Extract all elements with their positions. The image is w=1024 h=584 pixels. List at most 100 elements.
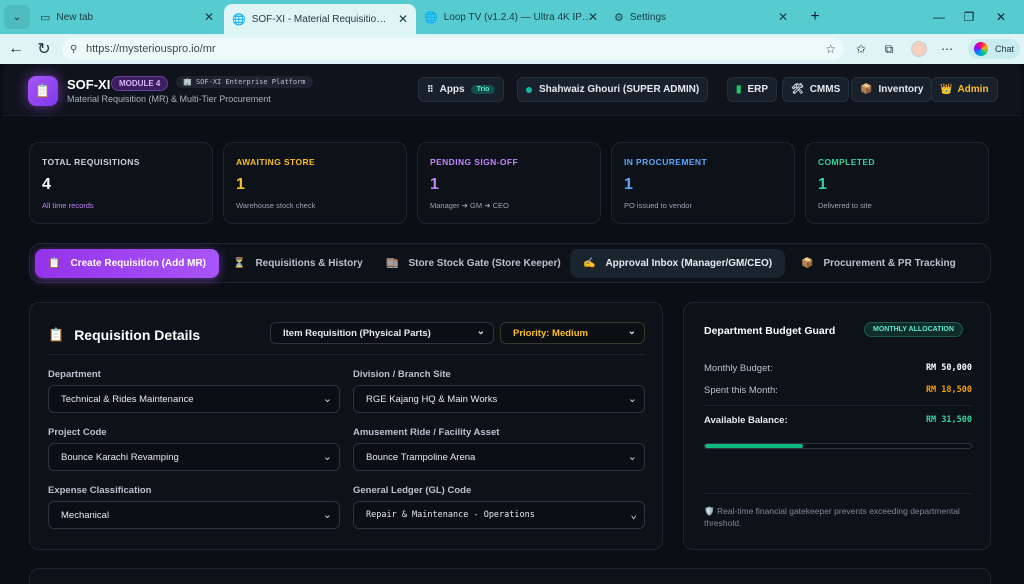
clipboard-icon: 📋	[48, 258, 61, 269]
expense-classification-select[interactable]: Mechanical ⌄	[48, 501, 340, 529]
department-label: Department	[48, 369, 101, 380]
select-value: Item Requisition (Physical Parts)	[283, 327, 431, 339]
expense-classification-label: Expense Classification	[48, 485, 152, 496]
new-tab-button[interactable]: +	[800, 0, 830, 34]
cmms-label: CMMS	[809, 84, 841, 95]
tab-label: Procurement & PR Tracking	[823, 258, 956, 269]
gl-code-select[interactable]: Repair & Maintenance - Operations ⌄	[353, 501, 645, 529]
package-icon: 📦	[860, 84, 873, 95]
stat-sub: Manager ➔ GM ➔ CEO	[430, 201, 509, 210]
browser-tab-new-tab[interactable]: ▭ New tab ✕	[32, 4, 222, 30]
app-root: 📋 SOF-XI MODULE 4 🏢 SOF-XI Enterprise Pl…	[3, 64, 1021, 584]
gl-code-label: General Ledger (GL) Code	[353, 485, 472, 496]
inventory-label: Inventory	[878, 84, 924, 95]
asset-select[interactable]: Bounce Trampoline Arena ⌄	[353, 443, 645, 471]
app-header: 📋 SOF-XI MODULE 4 🏢 SOF-XI Enterprise Pl…	[3, 64, 1021, 116]
copilot-icon	[974, 42, 988, 56]
erp-button[interactable]: ▮ ERP	[727, 77, 778, 102]
inventory-button[interactable]: 📦 Inventory	[851, 77, 933, 102]
tab-procurement-tracking[interactable]: 📦 Procurement & PR Tracking	[788, 249, 969, 278]
chevron-down-icon: ⌄	[12, 11, 22, 23]
user-label: Shahwaiz Ghouri (SUPER ADMIN)	[539, 84, 700, 95]
store-icon: 🏬	[386, 258, 399, 269]
close-icon[interactable]: ✕	[204, 10, 214, 24]
budget-row-value: RM 18,500	[925, 385, 972, 395]
erp-label: ERP	[747, 84, 769, 95]
chevron-down-icon: ⌄	[476, 326, 485, 337]
reload-button[interactable]: ↻	[34, 39, 54, 59]
stat-label: IN PROCUREMENT	[624, 157, 708, 167]
close-icon[interactable]: ✕	[588, 10, 598, 24]
hourglass-icon: ⏳	[233, 258, 246, 269]
budget-row-label: Available Balance:	[704, 415, 788, 426]
avatar[interactable]	[910, 40, 928, 58]
site-info-icon[interactable]: ⚲	[70, 44, 77, 55]
apps-button[interactable]: ⠿ Apps Trio	[418, 77, 505, 102]
clipboard-icon: 📋	[48, 327, 65, 342]
close-window-button[interactable]: ✕	[986, 0, 1016, 34]
chat-button[interactable]: Chat	[968, 39, 1020, 59]
tab-label: Approval Inbox (Manager/GM/CEO)	[605, 258, 773, 269]
next-section-card	[29, 568, 991, 584]
module-subtitle: Material Requisition (MR) & Multi-Tier P…	[67, 94, 271, 104]
back-button[interactable]: ←	[6, 39, 26, 59]
stat-value: 1	[818, 176, 827, 193]
cmms-button[interactable]: 🛠 CMMS	[782, 77, 850, 102]
close-icon[interactable]: ✕	[778, 10, 788, 24]
url-text: https://mysteriouspro.io/mr	[86, 43, 216, 55]
crown-icon: 👑	[940, 84, 953, 95]
more-options-icon[interactable]: ⋯	[938, 40, 956, 58]
chevron-down-icon: ⌄	[322, 509, 332, 521]
priority-select[interactable]: Priority: Medium ⌄	[500, 322, 645, 344]
apps-pill: Trio	[470, 85, 496, 94]
divider	[704, 405, 972, 406]
user-menu-button[interactable]: Shahwaiz Ghouri (SUPER ADMIN)	[517, 77, 709, 102]
star-icon[interactable]: ☆	[825, 42, 836, 56]
stat-sub: Delivered to site	[818, 201, 872, 210]
restore-icon: ❐	[963, 10, 975, 24]
browser-address-bar: ← ↻ ⚲ https://mysteriouspro.io/mr ☆ ✩ ⧉ …	[0, 34, 1024, 64]
stat-label: AWAITING STORE	[236, 157, 316, 167]
stat-label: COMPLETED	[818, 157, 875, 167]
requisition-type-select[interactable]: Item Requisition (Physical Parts) ⌄	[270, 322, 494, 344]
browser-tab-sof-xi[interactable]: 🌐 SOF-XI - Material Requisition & Mu ✕	[224, 4, 416, 34]
online-status-icon	[526, 86, 532, 93]
department-select[interactable]: Technical & Rides Maintenance ⌄	[48, 385, 340, 413]
chevron-down-icon: ⌄	[627, 393, 637, 405]
collections-icon[interactable]: ⧉	[880, 40, 898, 58]
select-value: Technical & Rides Maintenance	[61, 393, 194, 405]
stat-value: 1	[430, 176, 439, 193]
newtab-icon: ▭	[40, 11, 51, 24]
available-balance-row: Available Balance: RM 31,500	[704, 415, 972, 426]
select-value: Mechanical	[61, 509, 110, 521]
stat-sub: All time records	[42, 201, 94, 210]
stat-value: 1	[236, 176, 245, 193]
extensions-icon[interactable]: ✩	[852, 40, 870, 58]
browser-tab-settings[interactable]: ⚙ Settings ✕	[606, 4, 796, 30]
tab-approval-inbox[interactable]: ✍ Approval Inbox (Manager/GM/CEO)	[570, 249, 786, 278]
project-code-label: Project Code	[48, 427, 107, 438]
admin-button[interactable]: 👑 Admin	[931, 77, 998, 102]
tab-actions-menu-button[interactable]: ⌄	[4, 5, 30, 29]
browser-tab-loop-tv[interactable]: 🌐 Loop TV (v1.2.4) — Ultra 4K IPTV / ✕	[416, 4, 606, 30]
tab-create-requisition[interactable]: 📋 Create Requisition (Add MR)	[35, 249, 220, 278]
stat-card-in-procurement: IN PROCUREMENT 1 PO issued to vendor	[611, 142, 795, 224]
minimize-button[interactable]: —	[924, 0, 954, 34]
division-select[interactable]: RGE Kajang HQ & Main Works ⌄	[353, 385, 645, 413]
arrow-left-icon: ←	[8, 40, 24, 57]
spent-this-month-row: Spent this Month: RM 18,500	[704, 385, 972, 396]
stat-card-total: TOTAL REQUISITIONS 4 All time records	[29, 142, 213, 224]
asset-label: Amusement Ride / Facility Asset	[353, 427, 500, 438]
module-tabs: 📋 Create Requisition (Add MR) ⏳ Requisit…	[29, 243, 991, 283]
project-code-select[interactable]: Bounce Karachi Revamping ⌄	[48, 443, 340, 471]
stat-sub: PO issued to vendor	[624, 201, 692, 210]
chevron-down-icon: ⌄	[322, 393, 332, 405]
division-label: Division / Branch Site	[353, 369, 451, 380]
restore-button[interactable]: ❐	[954, 0, 984, 34]
url-field[interactable]: ⚲ https://mysteriouspro.io/mr ☆	[62, 38, 844, 60]
tab-store-stock-gate[interactable]: 🏬 Store Stock Gate (Store Keeper)	[373, 249, 574, 278]
stat-card-pending-signoff: PENDING SIGN-OFF 1 Manager ➔ GM ➔ CEO	[417, 142, 601, 224]
tab-requisitions-history[interactable]: ⏳ Requisitions & History	[220, 249, 376, 278]
tab-label: Create Requisition (Add MR)	[70, 258, 207, 269]
close-icon[interactable]: ✕	[398, 12, 408, 26]
